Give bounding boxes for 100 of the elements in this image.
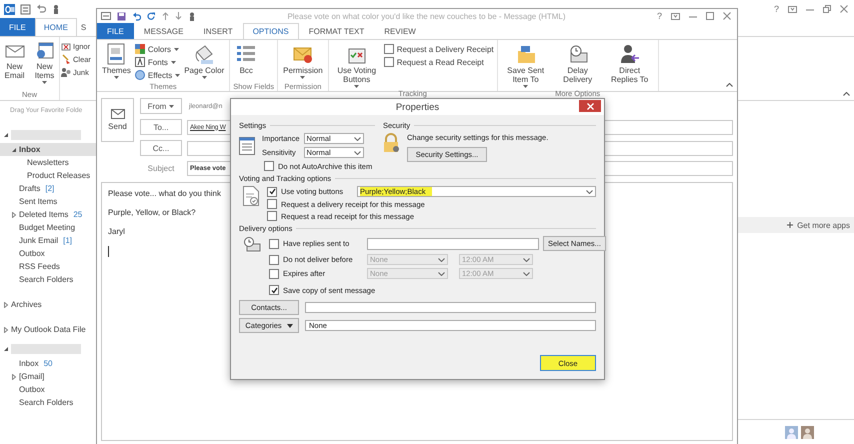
checkbox[interactable] — [267, 211, 277, 221]
ribbon-tab[interactable]: FORMAT TEXT — [298, 23, 374, 39]
window-icon — [101, 12, 111, 20]
ribbon-tab[interactable]: HOME — [34, 18, 77, 36]
folder-item[interactable]: Budget Meeting — [0, 221, 96, 234]
ribbon-button[interactable]: Bcc — [233, 42, 260, 82]
checkbox[interactable] — [269, 285, 279, 295]
help-button[interactable]: ? — [774, 4, 779, 14]
ribbon-button[interactable]: New Email — [1, 39, 28, 90]
send-button[interactable]: Send — [101, 98, 134, 142]
ribbon-tab[interactable]: S — [76, 18, 90, 36]
effects-icon — [134, 70, 145, 80]
avatar-icon — [785, 426, 798, 438]
folder-item[interactable]: Product Releases — [0, 169, 96, 182]
undo-icon — [36, 4, 46, 14]
checkbox[interactable] — [267, 186, 277, 196]
close-button[interactable] — [579, 100, 601, 112]
replies-field[interactable] — [367, 238, 539, 250]
document-icon — [105, 43, 128, 65]
caret-icon — [174, 48, 180, 50]
ribbon-tab[interactable]: FILE — [97, 23, 134, 39]
checkbox[interactable] — [269, 254, 279, 264]
folder-item[interactable]: Sent Items — [0, 195, 96, 208]
checkbox[interactable] — [269, 268, 279, 278]
to-button[interactable]: To... — [140, 119, 182, 135]
calendar-icon — [34, 41, 54, 61]
help-button[interactable]: ? — [656, 11, 662, 21]
close-icon — [586, 102, 594, 110]
ribbon-button[interactable]: Delay Delivery — [552, 42, 603, 90]
body-text: Please vote... what do you think — [108, 189, 221, 198]
expanded-triangle-icon — [3, 132, 9, 138]
caret-icon — [286, 324, 293, 328]
send-receive-icon — [20, 4, 31, 14]
ribbon-tab[interactable]: MESSAGE — [134, 23, 194, 39]
folder-item[interactable]: My Outlook Data File — [0, 323, 96, 336]
voting-sheet-icon — [243, 186, 259, 206]
chevron-down-icon — [523, 258, 530, 262]
caret-icon — [202, 76, 207, 80]
folder-item[interactable]: Inbox — [0, 143, 96, 156]
caret-icon — [175, 74, 180, 76]
ignore-icon — [61, 41, 71, 51]
folder-item[interactable]: Archives — [0, 298, 96, 311]
collapsed-triangle-icon — [3, 302, 9, 308]
folder-item[interactable]: Drafts [2] — [0, 182, 96, 195]
paint-bucket-icon — [193, 43, 216, 65]
from-button[interactable]: From — [140, 98, 182, 114]
ribbon-tab[interactable]: REVIEW — [374, 23, 426, 39]
folder-item[interactable]: Outbox — [0, 247, 96, 260]
ribbon-button[interactable]: Direct Replies To — [604, 42, 655, 90]
caret-icon — [354, 85, 360, 88]
ribbon-button[interactable]: Effects — [134, 70, 180, 80]
people-icon — [61, 67, 71, 77]
folder-item[interactable]: Search Folders — [0, 273, 96, 286]
unread-count: 50 — [44, 359, 52, 368]
folder-item[interactable]: Inbox 50 — [0, 357, 96, 370]
ribbon-button[interactable]: Save Sent Item To — [500, 42, 551, 90]
ribbon-button[interactable]: Page Color — [182, 42, 226, 82]
checkbox-label: Request a Read Receipt — [396, 58, 484, 66]
checkbox[interactable] — [384, 57, 394, 67]
checkbox[interactable] — [384, 44, 394, 54]
folder-item[interactable]: Outbox — [0, 383, 96, 396]
expanded-triangle-icon — [3, 346, 9, 352]
unread-count: 25 — [73, 210, 82, 219]
ribbon-button[interactable]: Use Voting Buttons — [332, 42, 382, 90]
folder-item[interactable]: Search Folders — [0, 396, 96, 409]
folder-item[interactable]: Deleted Items 25 — [0, 208, 96, 221]
body-text: Jaryl — [108, 227, 125, 236]
collapsed-triangle-icon — [11, 212, 17, 218]
ribbon-button[interactable]: Themes — [100, 42, 133, 82]
unread-count: [2] — [45, 184, 54, 193]
caret-icon — [523, 85, 528, 88]
collapse-ribbon-icon — [726, 83, 733, 87]
ribbon-button[interactable]: Permission — [281, 42, 325, 82]
redacted-name — [11, 344, 81, 354]
up-arrow-icon — [162, 12, 169, 20]
ribbon-tab[interactable]: FILE — [0, 18, 35, 36]
cc-button[interactable]: Cc... — [140, 140, 182, 156]
undo-icon — [132, 12, 141, 20]
folder-item[interactable]: Newsletters — [0, 156, 96, 169]
down-arrow-icon — [175, 12, 182, 20]
delayed-delivery-icon — [243, 236, 261, 252]
broom-icon — [61, 54, 71, 64]
ribbon-button[interactable]: Colors — [134, 44, 180, 54]
chevron-down-icon — [523, 272, 530, 276]
collapsed-triangle-icon — [3, 326, 9, 332]
expanded-triangle-icon — [11, 146, 17, 152]
contacts-field[interactable] — [305, 302, 596, 313]
folder-item[interactable]: [Gmail] — [0, 370, 96, 383]
folder-item[interactable]: Junk Email [1] — [0, 234, 96, 247]
ribbon-button[interactable]: New Items — [31, 39, 58, 90]
redacted-name — [11, 130, 81, 140]
checkbox[interactable] — [269, 238, 279, 248]
ribbon-tab[interactable]: OPTIONS — [242, 23, 299, 39]
redo-icon — [147, 12, 156, 20]
checkbox[interactable] — [267, 199, 277, 209]
collapsed-triangle-icon — [11, 374, 17, 380]
ribbon-button[interactable]: Fonts — [134, 57, 180, 67]
ribbon-tab[interactable]: INSERT — [193, 23, 243, 39]
folder-item[interactable]: RSS Feeds — [0, 260, 96, 273]
checkbox[interactable] — [264, 161, 274, 171]
